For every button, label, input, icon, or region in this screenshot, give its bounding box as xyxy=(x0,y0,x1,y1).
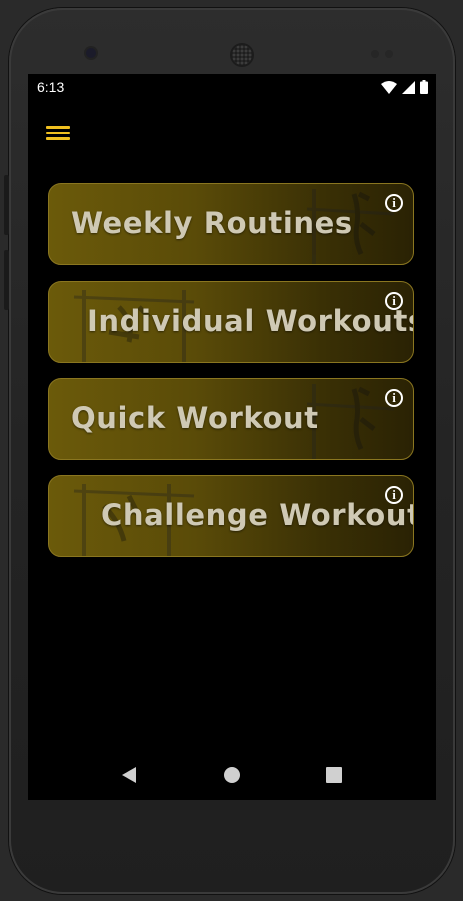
battery-icon xyxy=(420,80,428,94)
card-label: Individual Workouts xyxy=(87,304,414,338)
info-icon[interactable]: i xyxy=(385,389,403,407)
card-label: Weekly Routines xyxy=(71,206,353,240)
earpiece-speaker xyxy=(232,45,252,65)
wifi-icon xyxy=(381,80,397,94)
card-label: Quick Workout xyxy=(71,401,319,435)
home-circle-icon[interactable] xyxy=(223,766,241,784)
card-label: Challenge Workout xyxy=(101,498,414,532)
proximity-sensor xyxy=(371,50,379,58)
card-quick-workout[interactable]: Quick Workout i xyxy=(48,378,414,460)
back-triangle-icon[interactable] xyxy=(120,766,138,784)
status-bar: 6:13 xyxy=(28,74,436,100)
status-time: 6:13 xyxy=(37,79,65,95)
card-individual-workouts[interactable]: Individual Workouts i xyxy=(48,281,414,363)
light-sensor xyxy=(385,50,393,58)
recents-square-icon[interactable] xyxy=(325,766,343,784)
hamburger-menu-icon[interactable] xyxy=(46,123,70,143)
volume-button xyxy=(4,175,9,235)
info-icon[interactable]: i xyxy=(385,194,403,212)
app-screen: 6:13 Weekly Routines i Individual Workou… xyxy=(28,74,436,800)
info-icon[interactable]: i xyxy=(385,486,403,504)
system-nav-bar xyxy=(28,752,436,800)
card-challenge-workout[interactable]: Challenge Workout i xyxy=(48,475,414,557)
card-weekly-routines[interactable]: Weekly Routines i xyxy=(48,183,414,265)
front-camera xyxy=(86,48,96,58)
info-icon[interactable]: i xyxy=(385,292,403,310)
power-button xyxy=(4,250,9,310)
cell-signal-icon xyxy=(402,80,415,94)
